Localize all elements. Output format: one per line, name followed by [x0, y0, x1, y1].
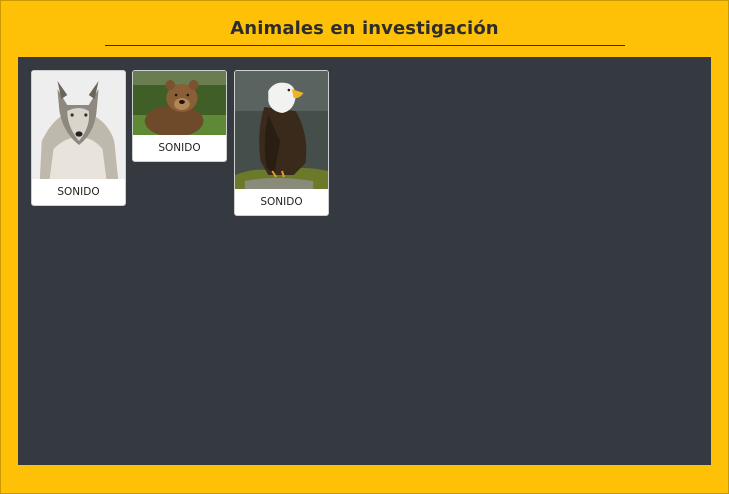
- animals-panel: SONIDO SONIDO SONIDO: [18, 57, 711, 465]
- eagle-image: [235, 71, 328, 189]
- sound-button[interactable]: SONIDO: [133, 135, 226, 161]
- bear-image: [133, 71, 226, 135]
- animal-card-wolf[interactable]: SONIDO: [31, 70, 126, 206]
- app-frame: Animales en investigación SONIDO SONIDO …: [0, 0, 729, 494]
- header: Animales en investigación: [1, 1, 728, 57]
- sound-button[interactable]: SONIDO: [235, 189, 328, 215]
- sound-button[interactable]: SONIDO: [32, 179, 125, 205]
- page-title: Animales en investigación: [230, 18, 499, 39]
- wolf-image: [32, 71, 125, 179]
- title-underline: [105, 45, 625, 46]
- animal-card-bear[interactable]: SONIDO: [132, 70, 227, 162]
- animal-card-eagle[interactable]: SONIDO: [234, 70, 329, 216]
